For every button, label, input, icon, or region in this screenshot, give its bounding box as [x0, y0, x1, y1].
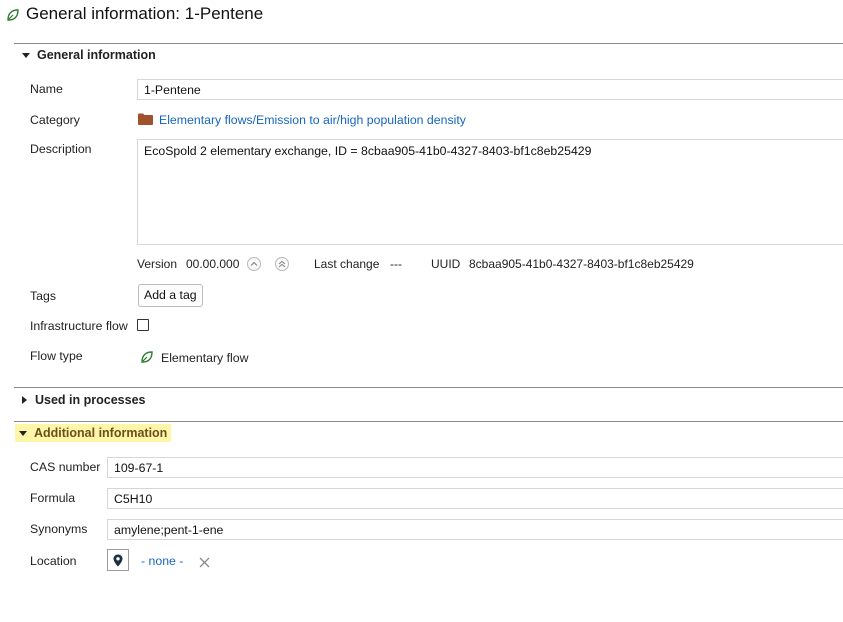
used-in-processes-header[interactable]: Used in processes	[22, 393, 145, 407]
chevron-up-icon	[250, 261, 258, 266]
collapse-triangle-icon	[22, 52, 30, 58]
leaf-icon	[6, 7, 20, 21]
infrastructure-flow-label: Infrastructure flow	[30, 319, 128, 333]
section-divider	[14, 43, 843, 44]
map-pin-icon	[113, 554, 123, 566]
cas-number-field[interactable]: 109-67-1	[107, 457, 843, 478]
collapse-triangle-icon	[19, 430, 27, 436]
cas-number-label: CAS number	[30, 460, 101, 474]
synonyms-label: Synonyms	[30, 522, 88, 536]
version-value: 00.00.000	[186, 257, 240, 271]
formula-field[interactable]: C5H10	[107, 488, 843, 509]
flow-type-value: Elementary flow	[161, 351, 249, 365]
uuid-value: 8cbaa905-41b0-4327-8403-bf1c8eb25429	[469, 257, 694, 271]
uuid-label: UUID	[431, 257, 461, 271]
synonyms-field[interactable]: amylene;pent-1-ene	[107, 519, 843, 540]
general-section-title: General information	[37, 48, 156, 62]
last-change-label: Last change	[314, 257, 380, 271]
double-chevron-up-icon	[278, 260, 286, 268]
category-link[interactable]: Elementary flows/Emission to air/high po…	[159, 113, 466, 127]
version-label: Version	[137, 257, 178, 271]
formula-label: Formula	[30, 491, 76, 505]
page-title: General information: 1-Pentene	[26, 4, 264, 23]
general-section-header[interactable]: General information	[22, 48, 156, 62]
category-label: Category	[30, 113, 80, 127]
add-tag-button[interactable]: Add a tag	[138, 284, 203, 307]
version-double-up-button[interactable]	[275, 257, 289, 271]
description-field[interactable]: EcoSpold 2 elementary exchange, ID = 8cb…	[137, 139, 843, 245]
version-up-button[interactable]	[247, 257, 261, 271]
name-label: Name	[30, 82, 63, 96]
clear-location-button[interactable]	[199, 555, 210, 573]
additional-info-header[interactable]: Additional information	[15, 424, 172, 442]
last-change-value: ---	[390, 257, 402, 271]
description-label: Description	[30, 142, 92, 156]
page-title-bar: General information: 1-Pentene	[6, 4, 263, 24]
infrastructure-flow-checkbox[interactable]	[137, 319, 149, 331]
tags-label: Tags	[30, 289, 56, 303]
additional-info-title: Additional information	[34, 426, 168, 440]
folder-icon	[138, 112, 153, 130]
location-pick-button[interactable]	[107, 549, 129, 571]
close-icon	[199, 557, 210, 568]
expand-triangle-icon	[22, 396, 27, 404]
section-divider	[14, 387, 843, 388]
name-field[interactable]: 1-Pentene	[137, 79, 843, 100]
location-label: Location	[30, 554, 77, 568]
used-in-processes-title: Used in processes	[35, 393, 146, 407]
leaf-icon	[140, 350, 154, 369]
section-divider	[14, 421, 843, 422]
location-link[interactable]: - none -	[141, 554, 183, 568]
flow-type-label: Flow type	[30, 349, 83, 363]
